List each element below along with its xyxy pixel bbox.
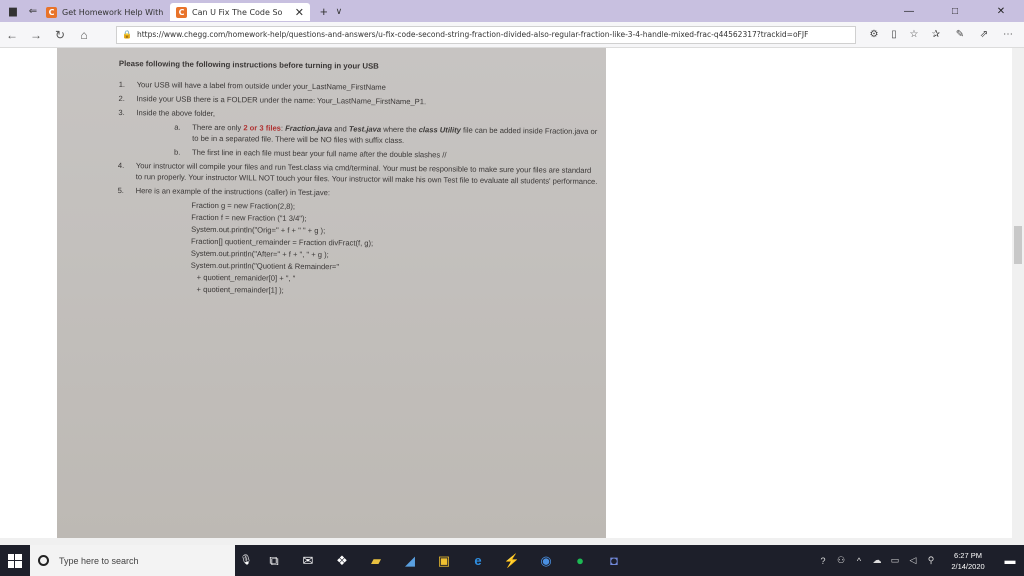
task-view-icon[interactable]: ⧉ <box>257 545 291 576</box>
cortana-circle-icon <box>38 555 49 566</box>
list-item: 1. Your USB will have a label from outsi… <box>118 79 386 92</box>
mail-icon[interactable]: ✉ <box>291 545 325 576</box>
clock-time: 6:27 PM <box>954 550 982 560</box>
page-content: Please following the following instructi… <box>0 48 1024 545</box>
close-tab-icon[interactable]: ✕ <box>295 6 304 19</box>
list-item: 2. Inside your USB there is a FOLDER und… <box>118 93 427 107</box>
tab-title: Can U Fix The Code So <box>192 7 283 17</box>
list-item: 3. Inside the above folder, <box>118 107 216 119</box>
photographed-document: Please following the following instructi… <box>117 58 599 300</box>
search-placeholder: Type here to search <box>59 555 139 566</box>
minimize-button[interactable]: — <box>886 6 932 17</box>
discord-icon[interactable]: ◘ <box>597 545 631 576</box>
dropbox-icon[interactable]: ❖ <box>325 545 359 576</box>
taskbar-search-input[interactable]: Type here to search <box>30 545 235 576</box>
file-explorer-icon[interactable]: ▰ <box>359 545 393 576</box>
code-example: Fraction g = new Fraction(2,8); Fraction… <box>191 200 598 299</box>
maximize-button[interactable]: □ <box>932 6 978 17</box>
document-heading: Please following the following instructi… <box>118 58 379 71</box>
reading-view-icon[interactable]: ▯ <box>884 29 904 40</box>
edge-browser-icon[interactable]: e <box>461 545 495 576</box>
cloud-icon[interactable]: ☁ <box>868 555 886 566</box>
question-photo: Please following the following instructi… <box>57 48 606 538</box>
forward-arrow-icon[interactable]: → <box>24 28 48 42</box>
network-icon[interactable]: ⚲ <box>922 555 940 566</box>
share-icon[interactable]: ⇗ <box>972 29 996 40</box>
visual-studio-code-icon[interactable]: ⚡ <box>495 545 529 576</box>
store-icon[interactable]: ▣ <box>427 545 461 576</box>
address-bar-row: ← → ↻ ⌂ 🔒 https://www.chegg.com/homework… <box>0 22 1024 48</box>
microphone-icon[interactable]: 🎙 <box>235 545 257 576</box>
notes-app-icon[interactable]: ◢ <box>393 545 427 576</box>
url-text: https://www.chegg.com/homework-help/ques… <box>136 30 809 39</box>
new-tab-button[interactable]: + <box>320 4 328 19</box>
vertical-scrollbar[interactable] <box>1012 48 1024 545</box>
favorite-star-icon[interactable]: ☆ <box>904 29 924 40</box>
lock-icon: 🔒 <box>122 30 132 39</box>
tab-preview-dropdown-icon[interactable]: ∨ <box>336 6 343 17</box>
windows-taskbar: Type here to search 🎙 ⧉ ✉ ❖ ▰ ◢ ▣ e ⚡ ◉ … <box>0 545 1024 576</box>
windows-logo-icon <box>8 553 22 568</box>
tab-bar: ▆ ⇐ C Get Homework Help With C C Can U F… <box>0 0 1024 22</box>
url-input[interactable]: 🔒 https://www.chegg.com/homework-help/qu… <box>116 25 856 44</box>
help-icon[interactable]: ? <box>814 556 832 566</box>
more-menu-icon[interactable]: ⋯ <box>996 29 1020 40</box>
volume-icon[interactable]: ◁ <box>904 555 922 566</box>
horizontal-scrollbar[interactable] <box>0 538 1012 545</box>
chegg-favicon-icon: C <box>46 6 57 18</box>
clock-date: 2/14/2020 <box>951 561 985 571</box>
chevron-up-icon[interactable]: ^ <box>850 556 868 566</box>
tab-can-u-fix-code[interactable]: C Can U Fix The Code So ✕ <box>170 3 310 21</box>
clock[interactable]: 6:27 PM 2/14/2020 <box>940 550 996 572</box>
list-item: 5. Here is an example of the instruction… <box>117 185 331 198</box>
sub-item-b: b. The first line in each file must bear… <box>173 147 447 160</box>
tab-title: Get Homework Help With C <box>62 7 164 17</box>
battery-icon[interactable]: ▭ <box>886 555 904 566</box>
chegg-favicon-icon: C <box>176 6 187 18</box>
scrollbar-thumb[interactable] <box>1014 226 1022 264</box>
home-icon[interactable]: ⌂ <box>72 28 96 42</box>
close-window-button[interactable]: ✕ <box>978 6 1024 17</box>
back-arrow-icon[interactable]: ← <box>0 28 24 42</box>
tab-get-homework-help[interactable]: C Get Homework Help With C <box>40 3 170 21</box>
extension-icon[interactable]: ⚙ <box>864 29 884 40</box>
tab-actions-icon[interactable]: ▆ <box>6 4 20 18</box>
set-aside-tabs-icon[interactable]: ⇐ <box>26 4 40 18</box>
pen-notes-icon[interactable]: ✎ <box>948 29 972 40</box>
refresh-icon[interactable]: ↻ <box>48 28 72 42</box>
window-controls: — □ ✕ <box>886 6 1024 17</box>
sub-item-a: a. There are only 2 or 3 files: Fraction… <box>174 122 598 145</box>
system-tray: ? ⚇ ^ ☁ ▭ ◁ ⚲ 6:27 PM 2/14/2020 ▬ <box>814 550 1024 572</box>
favorites-hub-icon[interactable]: ✰ <box>924 29 948 40</box>
list-item: 4. Your instructor will compile your fil… <box>117 160 598 187</box>
people-icon[interactable]: ⚇ <box>832 555 850 566</box>
spotify-icon[interactable]: ● <box>563 545 597 576</box>
browser-app-icon[interactable]: ◉ <box>529 545 563 576</box>
action-center-icon[interactable]: ▬ <box>996 555 1024 567</box>
start-button[interactable] <box>0 545 30 576</box>
